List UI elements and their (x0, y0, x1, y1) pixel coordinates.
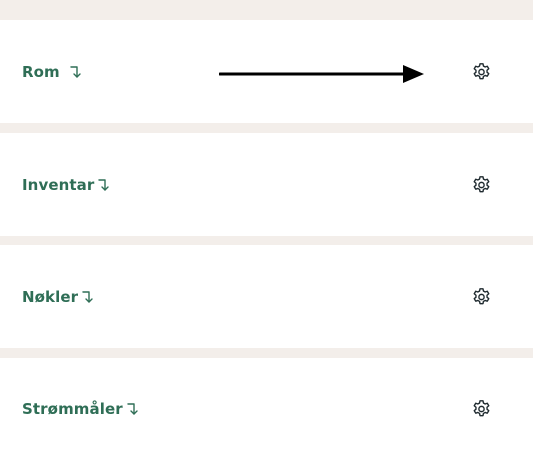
section-link-rom[interactable]: Rom (22, 63, 84, 81)
gear-icon (473, 287, 490, 304)
section-label: Inventar (22, 175, 95, 194)
section-row-nokler: Nøkler (0, 245, 533, 348)
settings-button[interactable] (471, 174, 492, 195)
arrow-return-down-icon (125, 401, 141, 417)
section-link-nokler[interactable]: Nøkler (22, 288, 96, 306)
section-row-inventar: Inventar (0, 133, 533, 236)
section-label: Nøkler (22, 287, 79, 306)
gear-icon (473, 62, 490, 79)
section-label: Strømmåler (22, 399, 123, 418)
section-row-strommaler: Strømmåler (0, 358, 533, 459)
arrow-return-down-icon (80, 289, 96, 305)
section-link-inventar[interactable]: Inventar (22, 176, 112, 194)
gear-icon (473, 175, 490, 192)
arrow-return-down-icon (68, 64, 84, 80)
settings-button[interactable] (471, 286, 492, 307)
settings-button[interactable] (471, 61, 492, 82)
section-label: Rom (22, 62, 60, 81)
settings-button[interactable] (471, 398, 492, 419)
annotation-arrow-right-icon (219, 64, 425, 84)
gear-icon (473, 399, 490, 416)
arrow-return-down-icon (96, 177, 112, 193)
section-link-strommaler[interactable]: Strømmåler (22, 400, 141, 418)
